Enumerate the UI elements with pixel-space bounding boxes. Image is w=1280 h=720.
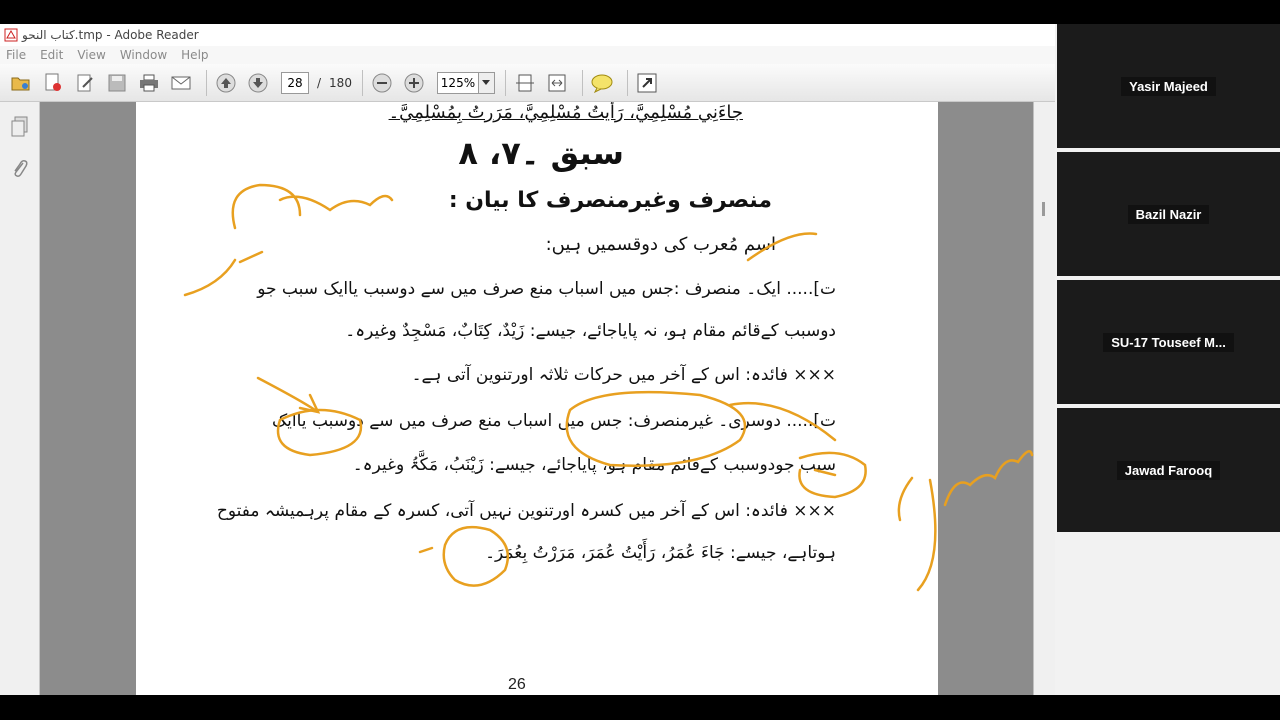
- menu-window[interactable]: Window: [120, 48, 167, 62]
- text-line-3: دوسبب کےقائم مقام ہو، نہ پایاجائے، جیسے:…: [345, 321, 836, 341]
- participants-panel: Yasir Majeed Bazil Nazir SU-17 Touseef M…: [1055, 24, 1280, 695]
- folder-open-icon: [11, 77, 30, 90]
- print-button[interactable]: [136, 70, 162, 96]
- expand-icon: [637, 73, 657, 92]
- page-number-input[interactable]: 28: [281, 71, 309, 94]
- participant-tile[interactable]: Yasir Majeed: [1057, 24, 1280, 148]
- toolbar: 28 / 180 125%: [0, 64, 1055, 102]
- text-line-7: ××× فائدہ: اس کے آخر میں کسرہ اورتنوین ن…: [216, 501, 836, 521]
- zoom-in-button[interactable]: [401, 70, 427, 96]
- top-black-bar: [0, 0, 1280, 24]
- text-line-6: سبب جودوسبب کےقائم مقام ہو، پایاجائے، جی…: [352, 455, 836, 475]
- text-line-1: اسم مُعرب کی دوقسمیں ہیں:: [545, 234, 776, 255]
- participant-name: Bazil Nazir: [1127, 204, 1210, 224]
- menu-edit[interactable]: Edit: [40, 48, 63, 62]
- fit-page-icon: [515, 74, 534, 91]
- email-icon: [171, 76, 191, 89]
- scrollbar-thumb[interactable]: [1042, 202, 1045, 216]
- menu-view[interactable]: View: [77, 48, 105, 62]
- comment-button[interactable]: [589, 70, 615, 96]
- text-line-2: ت]..... ایک۔ منصرف :جس میں اسباب منع صرف…: [257, 279, 836, 299]
- minus-icon: [372, 73, 392, 92]
- lesson-heading: سبق ۔۷، ۸: [458, 134, 624, 172]
- zoom-select[interactable]: 125%: [436, 71, 495, 94]
- toolbar-separator: [626, 69, 628, 96]
- chevron-down-icon: [477, 72, 494, 93]
- plus-icon: [404, 73, 424, 92]
- arrow-down-icon: [248, 73, 268, 92]
- toolbar-separator: [361, 69, 363, 96]
- toolbar-separator: [581, 69, 583, 96]
- comment-icon: [591, 74, 613, 93]
- participant-tile[interactable]: SU-17 Touseef M...: [1057, 280, 1280, 404]
- right-scroll-panel[interactable]: [1033, 102, 1055, 695]
- create-pdf-icon: [45, 73, 61, 91]
- top-line: جاءَنِي مُسْلِمِيَّ، رَأيتُ مُسْلِمِيَّ،…: [388, 102, 743, 123]
- next-page-button[interactable]: [245, 70, 271, 96]
- zoom-value: 125%: [440, 75, 476, 90]
- fit-width-icon: [548, 74, 566, 91]
- pages-icon[interactable]: [10, 116, 30, 138]
- menu-bar: File Edit View Window Help: [0, 46, 1055, 64]
- page-separator: /: [317, 75, 322, 90]
- participant-name: Yasir Majeed: [1121, 76, 1216, 96]
- save-icon: [108, 74, 126, 91]
- fit-page-button[interactable]: [512, 70, 538, 96]
- toolbar-separator: [206, 69, 207, 96]
- menu-file[interactable]: File: [6, 48, 26, 62]
- text-line-8: ہوتاہے، جیسے: جَاءَ عُمَرُ، رَأَیْتُ عُم…: [485, 543, 836, 563]
- adobe-reader-window: كتاب النحو.tmp - Adobe Reader File Edit …: [0, 24, 1055, 695]
- menu-help[interactable]: Help: [181, 48, 208, 62]
- edit-document-icon: [77, 74, 93, 91]
- previous-page-button[interactable]: [213, 70, 239, 96]
- create-pdf-button[interactable]: [40, 70, 66, 96]
- paperclip-icon[interactable]: [10, 158, 30, 180]
- page-total: 180: [329, 75, 352, 90]
- title-bar: كتاب النحو.tmp - Adobe Reader: [0, 24, 1055, 46]
- email-button[interactable]: [168, 70, 194, 96]
- page-number: 26: [508, 676, 526, 693]
- pdf-file-icon: [4, 28, 18, 42]
- edit-button[interactable]: [72, 70, 98, 96]
- participant-tile[interactable]: Jawad Farooq: [1057, 408, 1280, 532]
- participant-tile[interactable]: Bazil Nazir: [1057, 152, 1280, 276]
- bottom-black-bar: [0, 695, 1280, 720]
- text-line-5: ت]..... دوسری۔ غیرمنصرف: جس میں اسباب من…: [271, 411, 836, 431]
- navigation-panel: [0, 102, 40, 695]
- participant-name: SU-17 Touseef M...: [1103, 332, 1234, 352]
- open-button[interactable]: [8, 70, 34, 96]
- expand-button[interactable]: [634, 70, 660, 96]
- pdf-page: جاءَنِي مُسْلِمِيَّ، رَأيتُ مُسْلِمِيَّ،…: [136, 102, 938, 695]
- window-title: كتاب النحو.tmp - Adobe Reader: [22, 28, 199, 42]
- lesson-subheading: منصرف وغیرمنصرف کا بیان :: [448, 188, 772, 213]
- toolbar-separator: [504, 69, 506, 96]
- document-area[interactable]: جاءَنِي مُسْلِمِيَّ، رَأيتُ مُسْلِمِيَّ،…: [40, 102, 1033, 695]
- arrow-up-icon: [216, 73, 236, 92]
- text-line-4: ××× فائدہ: اس کے آخر میں حرکات ثلاثہ اور…: [411, 365, 836, 385]
- fit-width-button[interactable]: [544, 70, 570, 96]
- participant-name: Jawad Farooq: [1116, 460, 1221, 480]
- save-button[interactable]: [104, 70, 130, 96]
- zoom-out-button[interactable]: [369, 70, 395, 96]
- print-icon: [140, 74, 158, 91]
